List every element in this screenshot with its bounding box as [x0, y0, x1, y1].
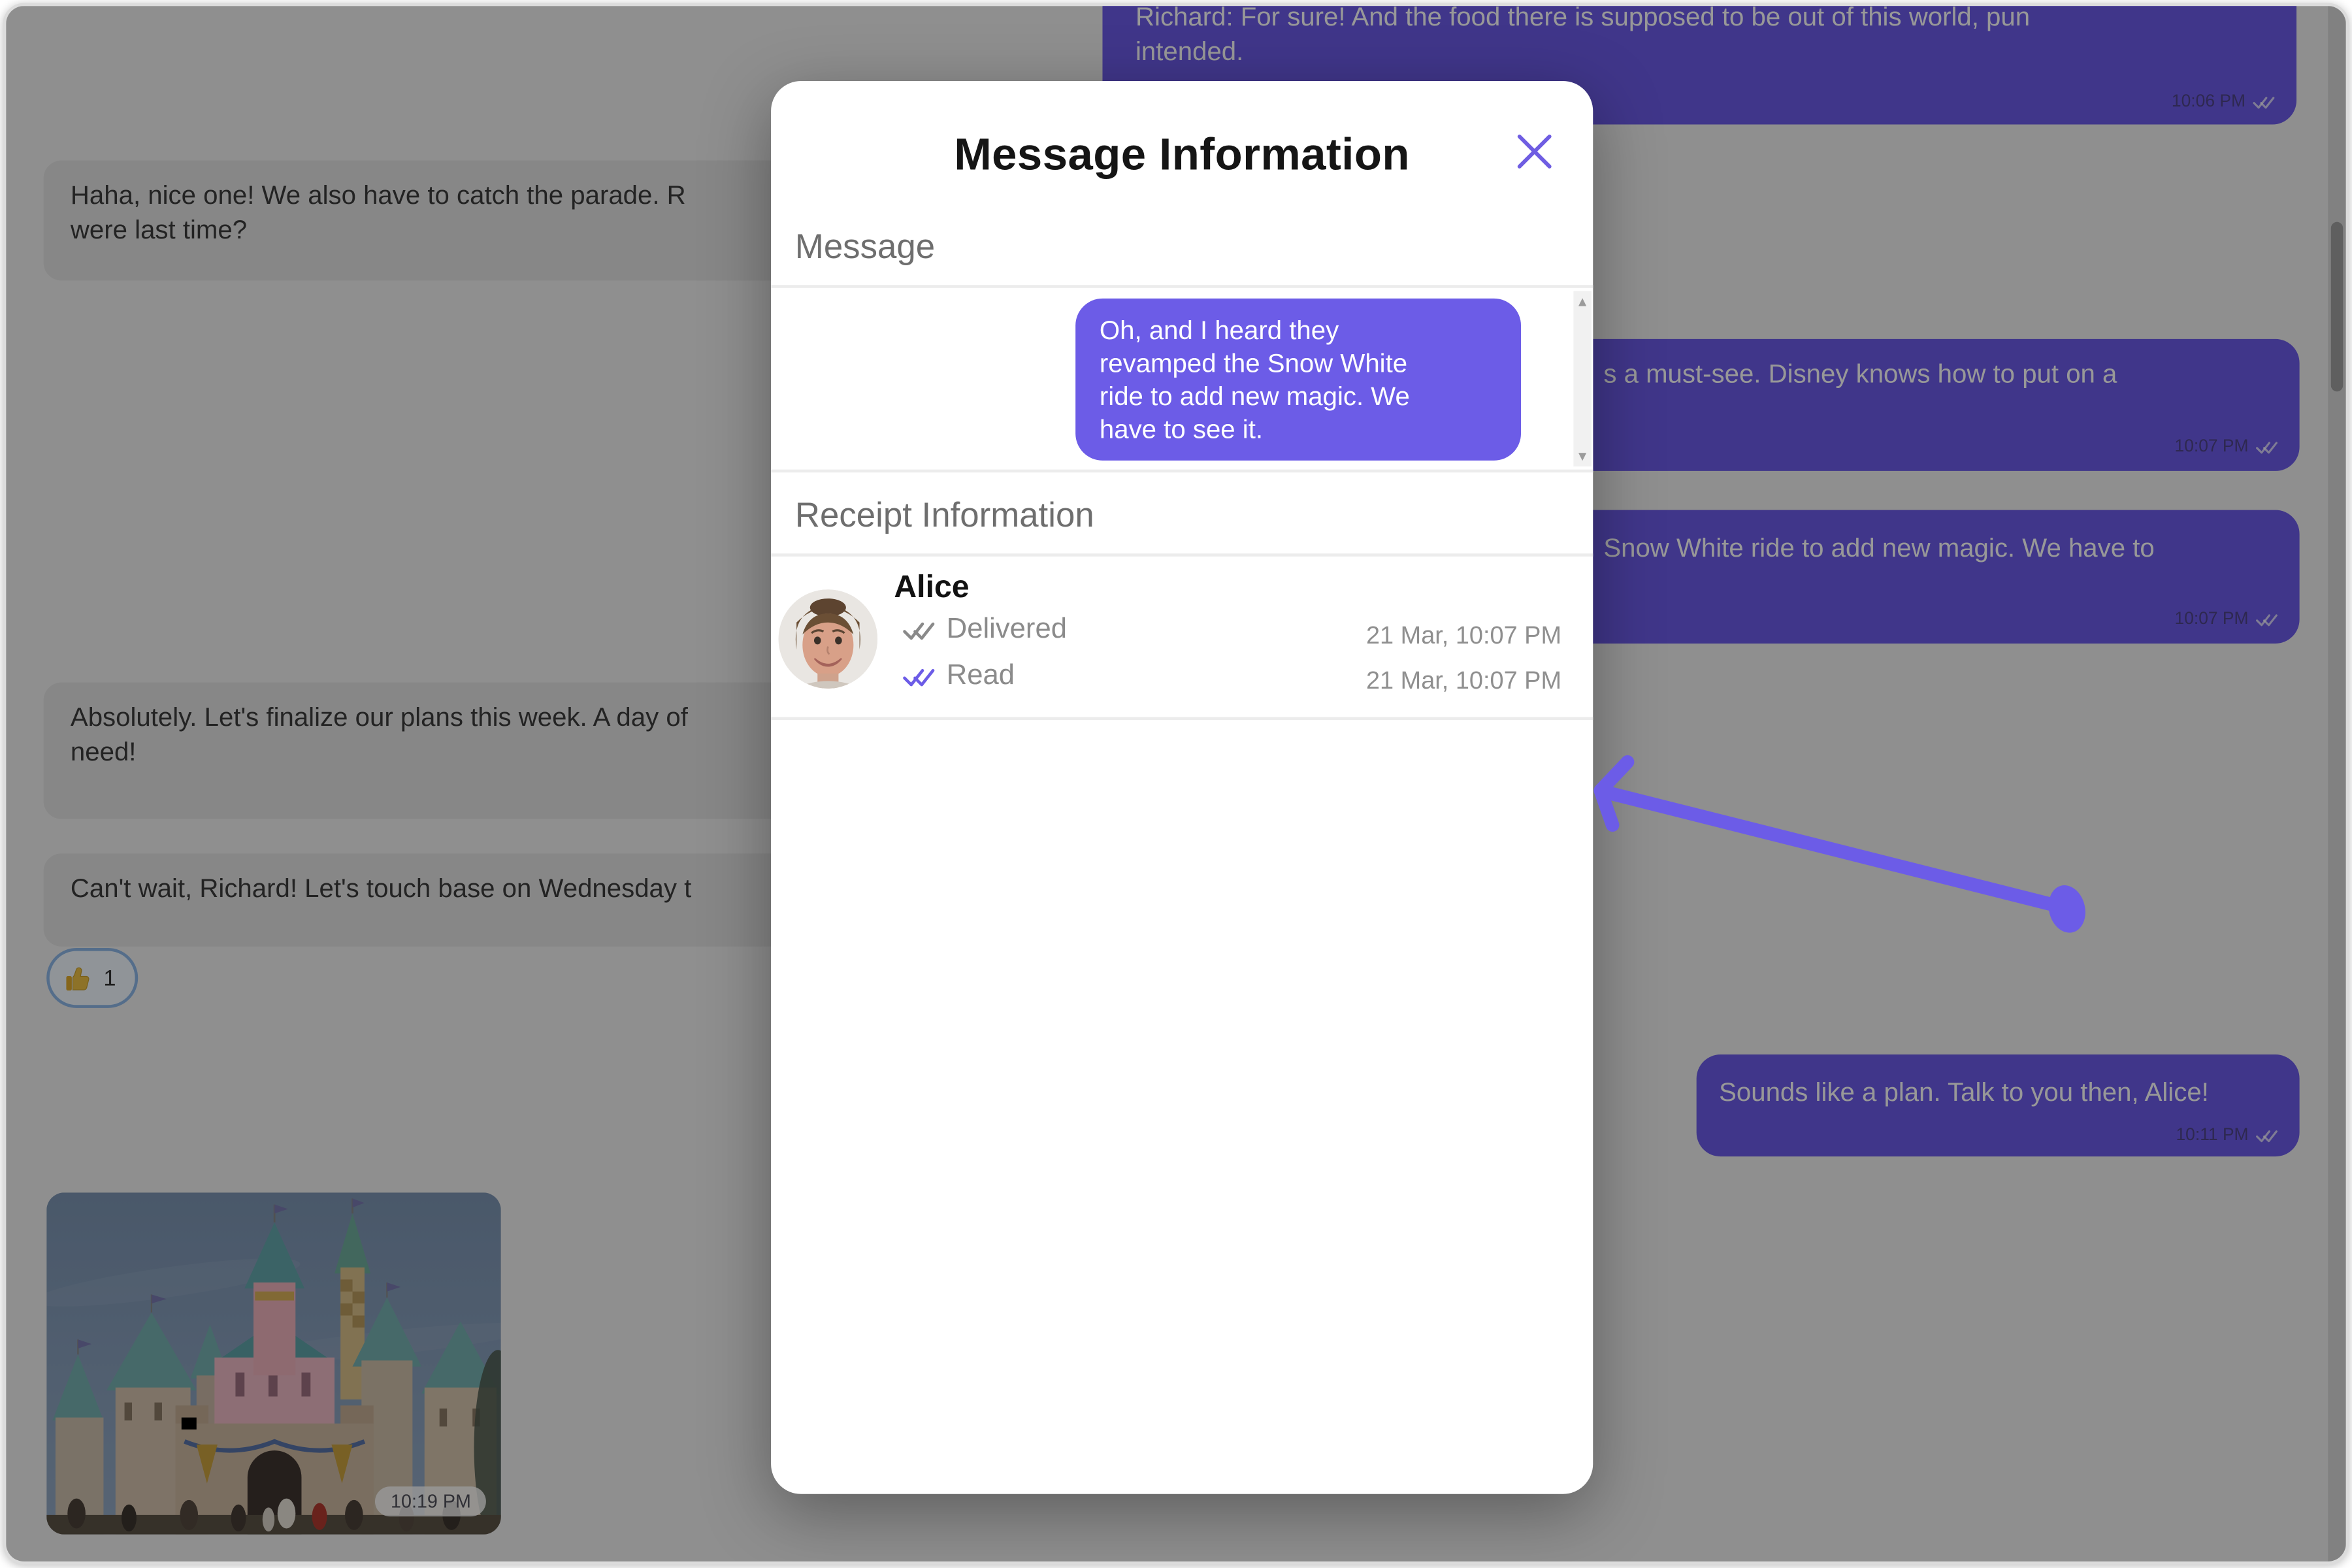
- recipient-name: Alice: [894, 570, 969, 606]
- delivered-status-row: Delivered: [903, 613, 1067, 647]
- status-label: Read: [947, 660, 1015, 693]
- preview-scrollbar[interactable]: ▲ ▼: [1573, 291, 1592, 466]
- divider: [771, 553, 1593, 557]
- message-text: revamped the Snow White: [1100, 346, 1497, 380]
- close-button[interactable]: [1514, 131, 1556, 172]
- read-status-row: Read: [903, 660, 1015, 693]
- status-label: Delivered: [947, 613, 1067, 647]
- read-timestamp: 21 Mar, 10:07 PM: [1366, 668, 1561, 696]
- divider: [771, 717, 1593, 720]
- scroll-down-icon[interactable]: ▼: [1573, 448, 1592, 463]
- chat-app-window: Richard: For sure! And the food there is…: [3, 3, 2349, 1565]
- scroll-up-icon[interactable]: ▲: [1573, 294, 1592, 309]
- message-text: have to see it.: [1100, 412, 1497, 446]
- delivered-check-icon: [903, 619, 936, 640]
- message-information-dialog: Message Information Message Oh, and I he…: [771, 81, 1593, 1494]
- message-preview-pane: Oh, and I heard they revamped the Snow W…: [771, 285, 1593, 472]
- close-icon: [1514, 131, 1556, 172]
- avatar-illustration: [779, 589, 878, 689]
- delivered-timestamp: 21 Mar, 10:07 PM: [1366, 623, 1561, 651]
- message-text: Oh, and I heard they: [1100, 314, 1497, 347]
- read-check-icon: [903, 666, 936, 687]
- section-label-receipt: Receipt Information: [795, 495, 1094, 536]
- screenshot-stage: Richard: For sure! And the food there is…: [0, 0, 2352, 1568]
- section-label-message: Message: [795, 227, 935, 267]
- dialog-title: Message Information: [771, 131, 1593, 182]
- message-text: ride to add new magic. We: [1100, 380, 1497, 413]
- previewed-message-bubble: Oh, and I heard they revamped the Snow W…: [1075, 299, 1521, 461]
- avatar: [779, 589, 878, 689]
